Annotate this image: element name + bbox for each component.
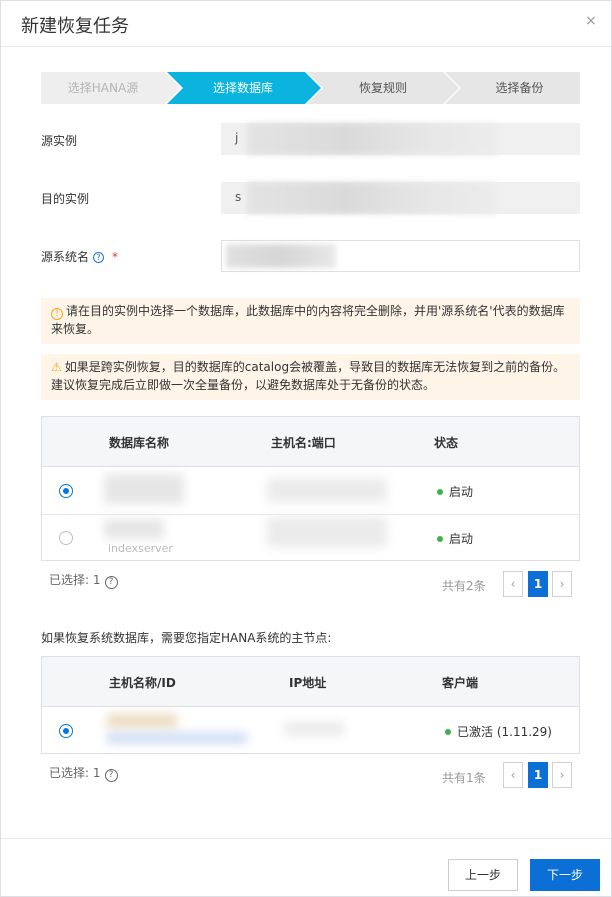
alert-delete-warning: ! 请在目的实例中选择一个数据库，此数据库中的内容将完全删除，并用'源系统名'代表…: [41, 298, 580, 344]
redacted-host-port: [267, 517, 387, 547]
wizard-steps: 选择HANA源 选择数据库 恢复规则 选择备份: [41, 72, 580, 104]
target-instance-value: s: [235, 190, 242, 204]
alert-text: 如果是跨实例恢复，目的数据库的catalog会被覆盖，导致目的数据库无法恢复到之…: [51, 360, 566, 392]
db-subtext: indexserver: [108, 542, 173, 555]
status-text: 启动: [449, 532, 474, 546]
selected-count: 已选择: 1?: [49, 764, 118, 782]
table-header: 主机名称/ID IP地址 客户端: [42, 657, 579, 707]
selected-count: 已选择: 1?: [49, 571, 118, 589]
footer-divider: [1, 838, 611, 839]
new-restore-task-dialog: 新建恢复任务 × 选择HANA源 选择数据库 恢复规则 选择备份 源实例 j 目…: [0, 0, 612, 897]
redacted-value: [226, 244, 336, 268]
status-text: 启动: [449, 485, 474, 499]
column-ip-address: IP地址: [289, 676, 327, 690]
total-count: 共有2条: [442, 579, 486, 593]
redacted-ip: [284, 722, 344, 736]
redacted-host-name: [107, 714, 177, 728]
source-sid-label-text: 源系统名: [41, 250, 90, 264]
source-sid-label: 源系统名? *: [41, 248, 118, 265]
row-radio[interactable]: [59, 484, 73, 498]
status-dot: [445, 729, 451, 735]
table-row[interactable]: indexserver 启动: [42, 515, 579, 562]
next-page-button[interactable]: ›: [552, 762, 572, 788]
warning-circle-icon: !: [51, 308, 63, 320]
redacted-db-name: [104, 519, 164, 539]
alert-text: 请在目的实例中选择一个数据库，此数据库中的内容将完全删除，并用'源系统名'代表的…: [51, 304, 565, 336]
status-dot: [437, 536, 443, 542]
alert-catalog-warning: ⚠ 如果是跨实例恢复，目的数据库的catalog会被覆盖，导致目的数据库无法恢复到…: [41, 354, 580, 400]
source-sid-input[interactable]: [221, 240, 580, 272]
previous-step-button[interactable]: 上一步: [448, 859, 518, 891]
close-icon[interactable]: ×: [583, 13, 599, 29]
target-instance-field: s: [221, 182, 580, 214]
column-host-name-id: 主机名称/ID: [109, 676, 176, 690]
dialog-title: 新建恢复任务: [21, 16, 129, 37]
column-host-port: 主机名:端口: [271, 436, 336, 450]
redacted-host-port: [267, 478, 387, 502]
status-badge: 启动: [437, 530, 473, 547]
redacted-value: [247, 123, 497, 155]
help-icon[interactable]: ?: [104, 769, 118, 782]
source-instance-value: j: [235, 131, 239, 145]
row-radio[interactable]: [59, 531, 73, 545]
current-page[interactable]: 1: [528, 762, 548, 788]
next-page-button[interactable]: ›: [552, 571, 572, 597]
step-select-database: 选择数据库: [212, 81, 273, 95]
target-instance-label: 目的实例: [41, 192, 90, 206]
title-divider: [1, 46, 611, 47]
table-header: 数据库名称 主机名:端口 状态: [42, 417, 579, 467]
database-table: 数据库名称 主机名:端口 状态 启动 indexserver 启动: [41, 416, 580, 561]
table-row[interactable]: 已激活 (1.11.29): [42, 708, 579, 755]
selected-count-text: 已选择: 1: [49, 766, 101, 780]
column-db-name: 数据库名称: [109, 436, 170, 450]
status-badge: 启动: [437, 483, 473, 500]
redacted-db-name: [104, 474, 184, 504]
client-status-text: 已激活 (1.11.29): [457, 725, 552, 739]
status-dot: [437, 489, 443, 495]
current-page[interactable]: 1: [528, 571, 548, 597]
step-restore-rules: 恢复规则: [358, 81, 407, 95]
required-mark: *: [112, 250, 119, 264]
host-table: 主机名称/ID IP地址 客户端 已激活 (1.11.29): [41, 656, 580, 754]
total-count: 共有1条: [442, 771, 486, 785]
column-status: 状态: [434, 436, 459, 450]
client-status: 已激活 (1.11.29): [445, 723, 552, 740]
column-client: 客户端: [442, 676, 479, 690]
selected-count-text: 已选择: 1: [49, 573, 101, 587]
source-instance-field: j: [221, 123, 580, 155]
next-step-button[interactable]: 下一步: [530, 859, 600, 891]
step-select-backup: 选择备份: [495, 81, 544, 95]
prev-page-button[interactable]: ‹: [503, 762, 523, 788]
row-radio[interactable]: [59, 724, 73, 738]
redacted-host-id: [107, 733, 247, 743]
primary-node-hint: 如果恢复系统数据库，需要您指定HANA系统的主节点:: [41, 631, 332, 645]
warning-triangle-icon: ⚠: [51, 360, 62, 374]
redacted-value: [247, 182, 497, 214]
step-select-hana-source: 选择HANA源: [67, 81, 139, 95]
source-instance-label: 源实例: [41, 134, 78, 148]
prev-page-button[interactable]: ‹: [503, 571, 523, 597]
table-row[interactable]: 启动: [42, 468, 579, 515]
help-icon[interactable]: ?: [93, 252, 105, 263]
help-icon[interactable]: ?: [104, 576, 118, 589]
